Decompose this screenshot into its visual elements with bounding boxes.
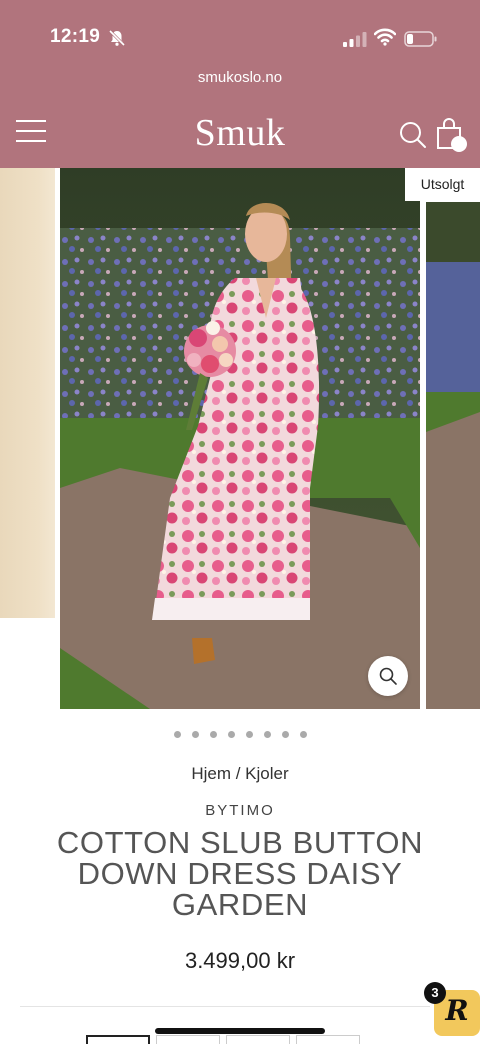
sold-out-badge: Utsolgt	[405, 168, 480, 201]
pagination-dot[interactable]	[173, 731, 181, 739]
pagination-dot[interactable]	[209, 731, 217, 739]
reviews-count-badge: 3	[424, 982, 446, 1004]
pagination-dot[interactable]	[281, 731, 289, 739]
pagination-dot[interactable]	[191, 731, 199, 739]
variant-option[interactable]	[226, 1035, 290, 1044]
site-header: 12:19 smukoslo.no Smuk	[0, 0, 480, 168]
product-gallery[interactable]: Utsolgt	[0, 168, 480, 713]
search-icon[interactable]	[398, 120, 428, 150]
menu-button[interactable]	[16, 120, 48, 148]
status-bar: 12:19	[0, 0, 480, 60]
product-price: 3.499,00 kr	[184, 948, 296, 973]
variant-option[interactable]	[296, 1035, 360, 1044]
variant-option[interactable]	[156, 1035, 220, 1044]
pagination-dot[interactable]	[245, 731, 253, 739]
silent-bell-icon	[108, 29, 126, 47]
status-time: 12:19	[50, 26, 101, 47]
product-image[interactable]	[60, 168, 420, 709]
product-vendor[interactable]: BYTIMO	[0, 802, 480, 819]
zoom-button[interactable]	[368, 656, 408, 696]
divider	[20, 1006, 430, 1007]
pagination-dot[interactable]	[263, 731, 271, 739]
next-product-image[interactable]	[426, 202, 480, 709]
variant-selector[interactable]	[86, 1035, 396, 1044]
variant-option[interactable]	[86, 1035, 150, 1044]
product-title: COTTON SLUB BUTTON DOWN DRESS DAISY GARD…	[56, 825, 424, 922]
pagination-dot[interactable]	[227, 731, 235, 739]
gallery-pagination	[0, 726, 480, 739]
home-indicator[interactable]	[155, 1028, 325, 1034]
wifi-icon	[374, 28, 396, 46]
browser-url[interactable]: smukoslo.no	[0, 69, 480, 86]
battery-icon	[404, 31, 437, 47]
product-photo-illustration	[60, 168, 420, 709]
previous-product-image[interactable]	[0, 168, 55, 618]
pagination-dot[interactable]	[299, 731, 307, 739]
next-photo-illustration	[426, 202, 480, 709]
menu-icon	[16, 120, 46, 122]
magnifier-icon	[379, 667, 397, 685]
breadcrumb[interactable]: Hjem / Kjoler	[0, 764, 480, 784]
shopping-bag-icon[interactable]	[435, 118, 469, 154]
cellular-signal-icon	[343, 32, 367, 47]
